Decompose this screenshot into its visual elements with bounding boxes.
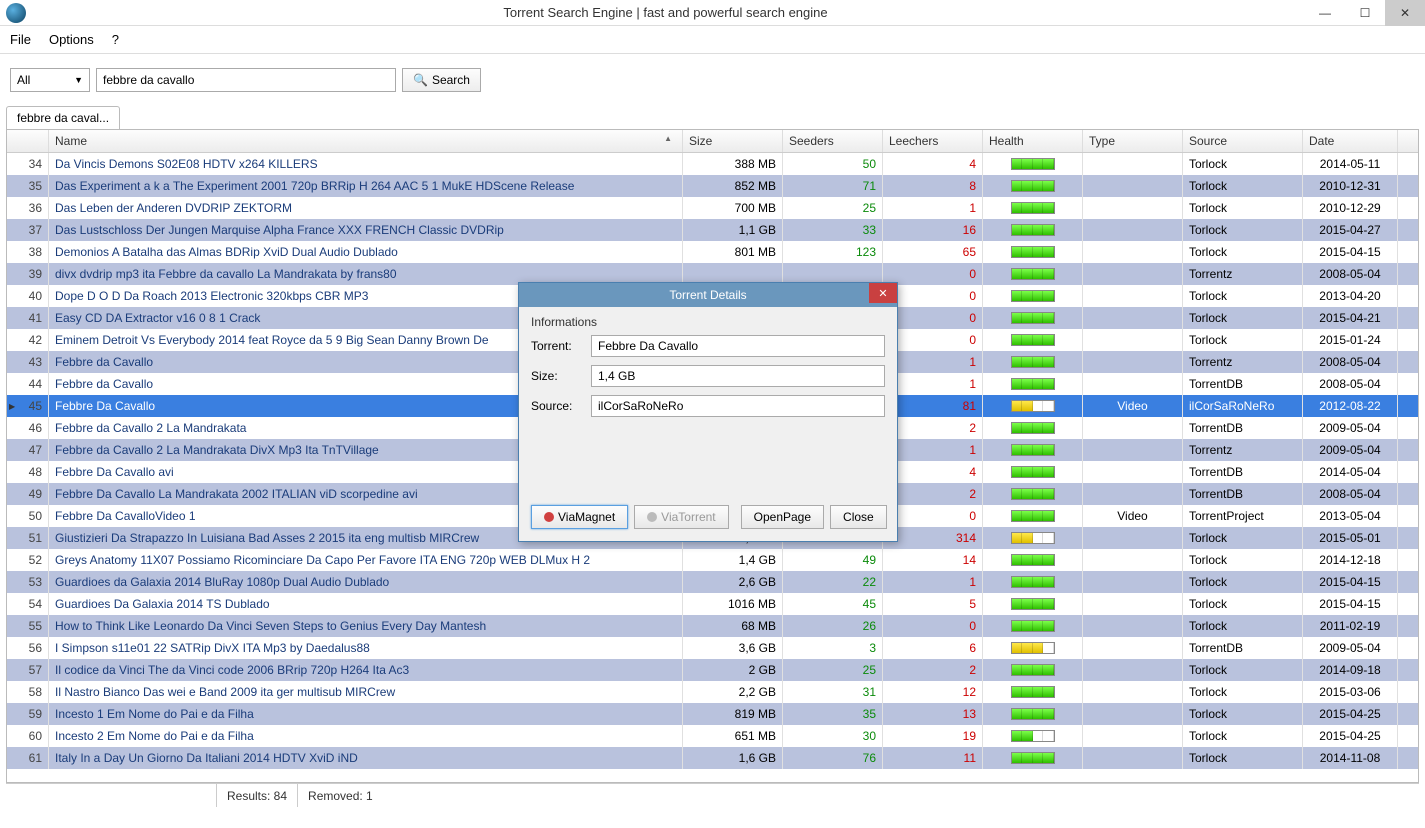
health-bar [1011,268,1055,280]
table-row[interactable]: 56I Simpson s11e01 22 SATRip DivX ITA Mp… [7,637,1418,659]
menu-options[interactable]: Options [49,32,94,47]
health-bar [1011,334,1055,346]
category-value: All [17,73,30,87]
health-bar [1011,356,1055,368]
table-row[interactable]: 57Il codice da Vinci The da Vinci code 2… [7,659,1418,681]
search-bar: All ▼ 🔍 Search [0,54,1425,106]
dialog-group-label: Informations [531,315,885,329]
window-title: Torrent Search Engine | fast and powerfu… [26,5,1305,20]
table-row[interactable]: 54Guardioes Da Galaxia 2014 TS Dublado10… [7,593,1418,615]
dialog-titlebar[interactable]: Torrent Details ✕ [519,283,897,307]
torrent-details-dialog: Torrent Details ✕ Informations Torrent: … [518,282,898,542]
health-bar [1011,576,1055,588]
menubar: File Options ? [0,26,1425,54]
app-icon [6,3,26,23]
col-index[interactable] [7,130,49,152]
category-combo[interactable]: All ▼ [10,68,90,92]
health-bar [1011,620,1055,632]
col-source[interactable]: Source [1183,130,1303,152]
via-torrent-button: ViaTorrent [634,505,728,529]
table-row[interactable]: 52Greys Anatomy 11X07 Possiamo Ricominci… [7,549,1418,571]
col-date[interactable]: Date [1303,130,1398,152]
table-row[interactable]: 61Italy In a Day Un Giorno Da Italiani 2… [7,747,1418,769]
health-bar [1011,400,1055,412]
health-bar [1011,246,1055,258]
size-field[interactable]: 1,4 GB [591,365,885,387]
status-bar: Results: 84 Removed: 1 [6,783,1419,807]
health-bar [1011,378,1055,390]
col-size[interactable]: Size [683,130,783,152]
status-removed: Removed: 1 [297,784,383,807]
health-bar [1011,202,1055,214]
table-row[interactable]: 35Das Experiment a k a The Experiment 20… [7,175,1418,197]
health-bar [1011,730,1055,742]
health-bar [1011,488,1055,500]
chevron-down-icon: ▼ [74,75,83,85]
col-name[interactable]: Name [49,130,683,152]
tab-strip: febbre da caval... [0,106,1425,129]
col-type[interactable]: Type [1083,130,1183,152]
health-bar [1011,444,1055,456]
table-row[interactable]: 37Das Lustschloss Der Jungen Marquise Al… [7,219,1418,241]
health-bar [1011,158,1055,170]
col-health[interactable]: Health [983,130,1083,152]
maximize-button[interactable]: ☐ [1345,0,1385,26]
health-bar [1011,686,1055,698]
magnet-icon [544,512,554,522]
via-magnet-button[interactable]: ViaMagnet [531,505,628,529]
titlebar: Torrent Search Engine | fast and powerfu… [0,0,1425,26]
table-row[interactable]: 59Incesto 1 Em Nome do Pai e da Filha819… [7,703,1418,725]
health-bar [1011,180,1055,192]
health-bar [1011,510,1055,522]
health-bar [1011,752,1055,764]
table-row[interactable]: 36Das Leben der Anderen DVDRIP ZEKTORM70… [7,197,1418,219]
table-row[interactable]: 60Incesto 2 Em Nome do Pai e da Filha651… [7,725,1418,747]
health-bar [1011,554,1055,566]
torrent-icon [647,512,657,522]
search-button[interactable]: 🔍 Search [402,68,481,92]
table-row[interactable]: 53Guardioes da Galaxia 2014 BluRay 1080p… [7,571,1418,593]
open-page-button[interactable]: OpenPage [741,505,824,529]
table-row[interactable]: 55How to Think Like Leonardo Da Vinci Se… [7,615,1418,637]
search-icon: 🔍 [413,73,428,87]
col-leechers[interactable]: Leechers [883,130,983,152]
minimize-button[interactable]: — [1305,0,1345,26]
dialog-title: Torrent Details [669,288,746,302]
health-bar [1011,642,1055,654]
close-button[interactable]: ✕ [1385,0,1425,26]
search-button-label: Search [432,73,470,87]
torrent-label: Torrent: [531,339,591,353]
dialog-close-btn[interactable]: Close [830,505,887,529]
health-bar [1011,422,1055,434]
table-row[interactable]: 38Demonios A Batalha das Almas BDRip Xvi… [7,241,1418,263]
search-input[interactable] [96,68,396,92]
menu-help[interactable]: ? [112,32,119,47]
health-bar [1011,224,1055,236]
health-bar [1011,312,1055,324]
col-seeders[interactable]: Seeders [783,130,883,152]
dialog-close-button[interactable]: ✕ [869,283,897,303]
health-bar [1011,532,1055,544]
status-blank [6,784,216,807]
health-bar [1011,708,1055,720]
health-bar [1011,598,1055,610]
source-field[interactable]: ilCorSaRoNeRo [591,395,885,417]
health-bar [1011,664,1055,676]
source-label: Source: [531,399,591,413]
tab-results[interactable]: febbre da caval... [6,106,120,129]
menu-file[interactable]: File [10,32,31,47]
status-results: Results: 84 [216,784,297,807]
size-label: Size: [531,369,591,383]
table-row[interactable]: 34Da Vincis Demons S02E08 HDTV x264 KILL… [7,153,1418,175]
grid-header: Name Size Seeders Leechers Health Type S… [7,130,1418,153]
torrent-field[interactable]: Febbre Da Cavallo [591,335,885,357]
table-row[interactable]: 58Il Nastro Bianco Das wei e Band 2009 i… [7,681,1418,703]
health-bar [1011,290,1055,302]
health-bar [1011,466,1055,478]
